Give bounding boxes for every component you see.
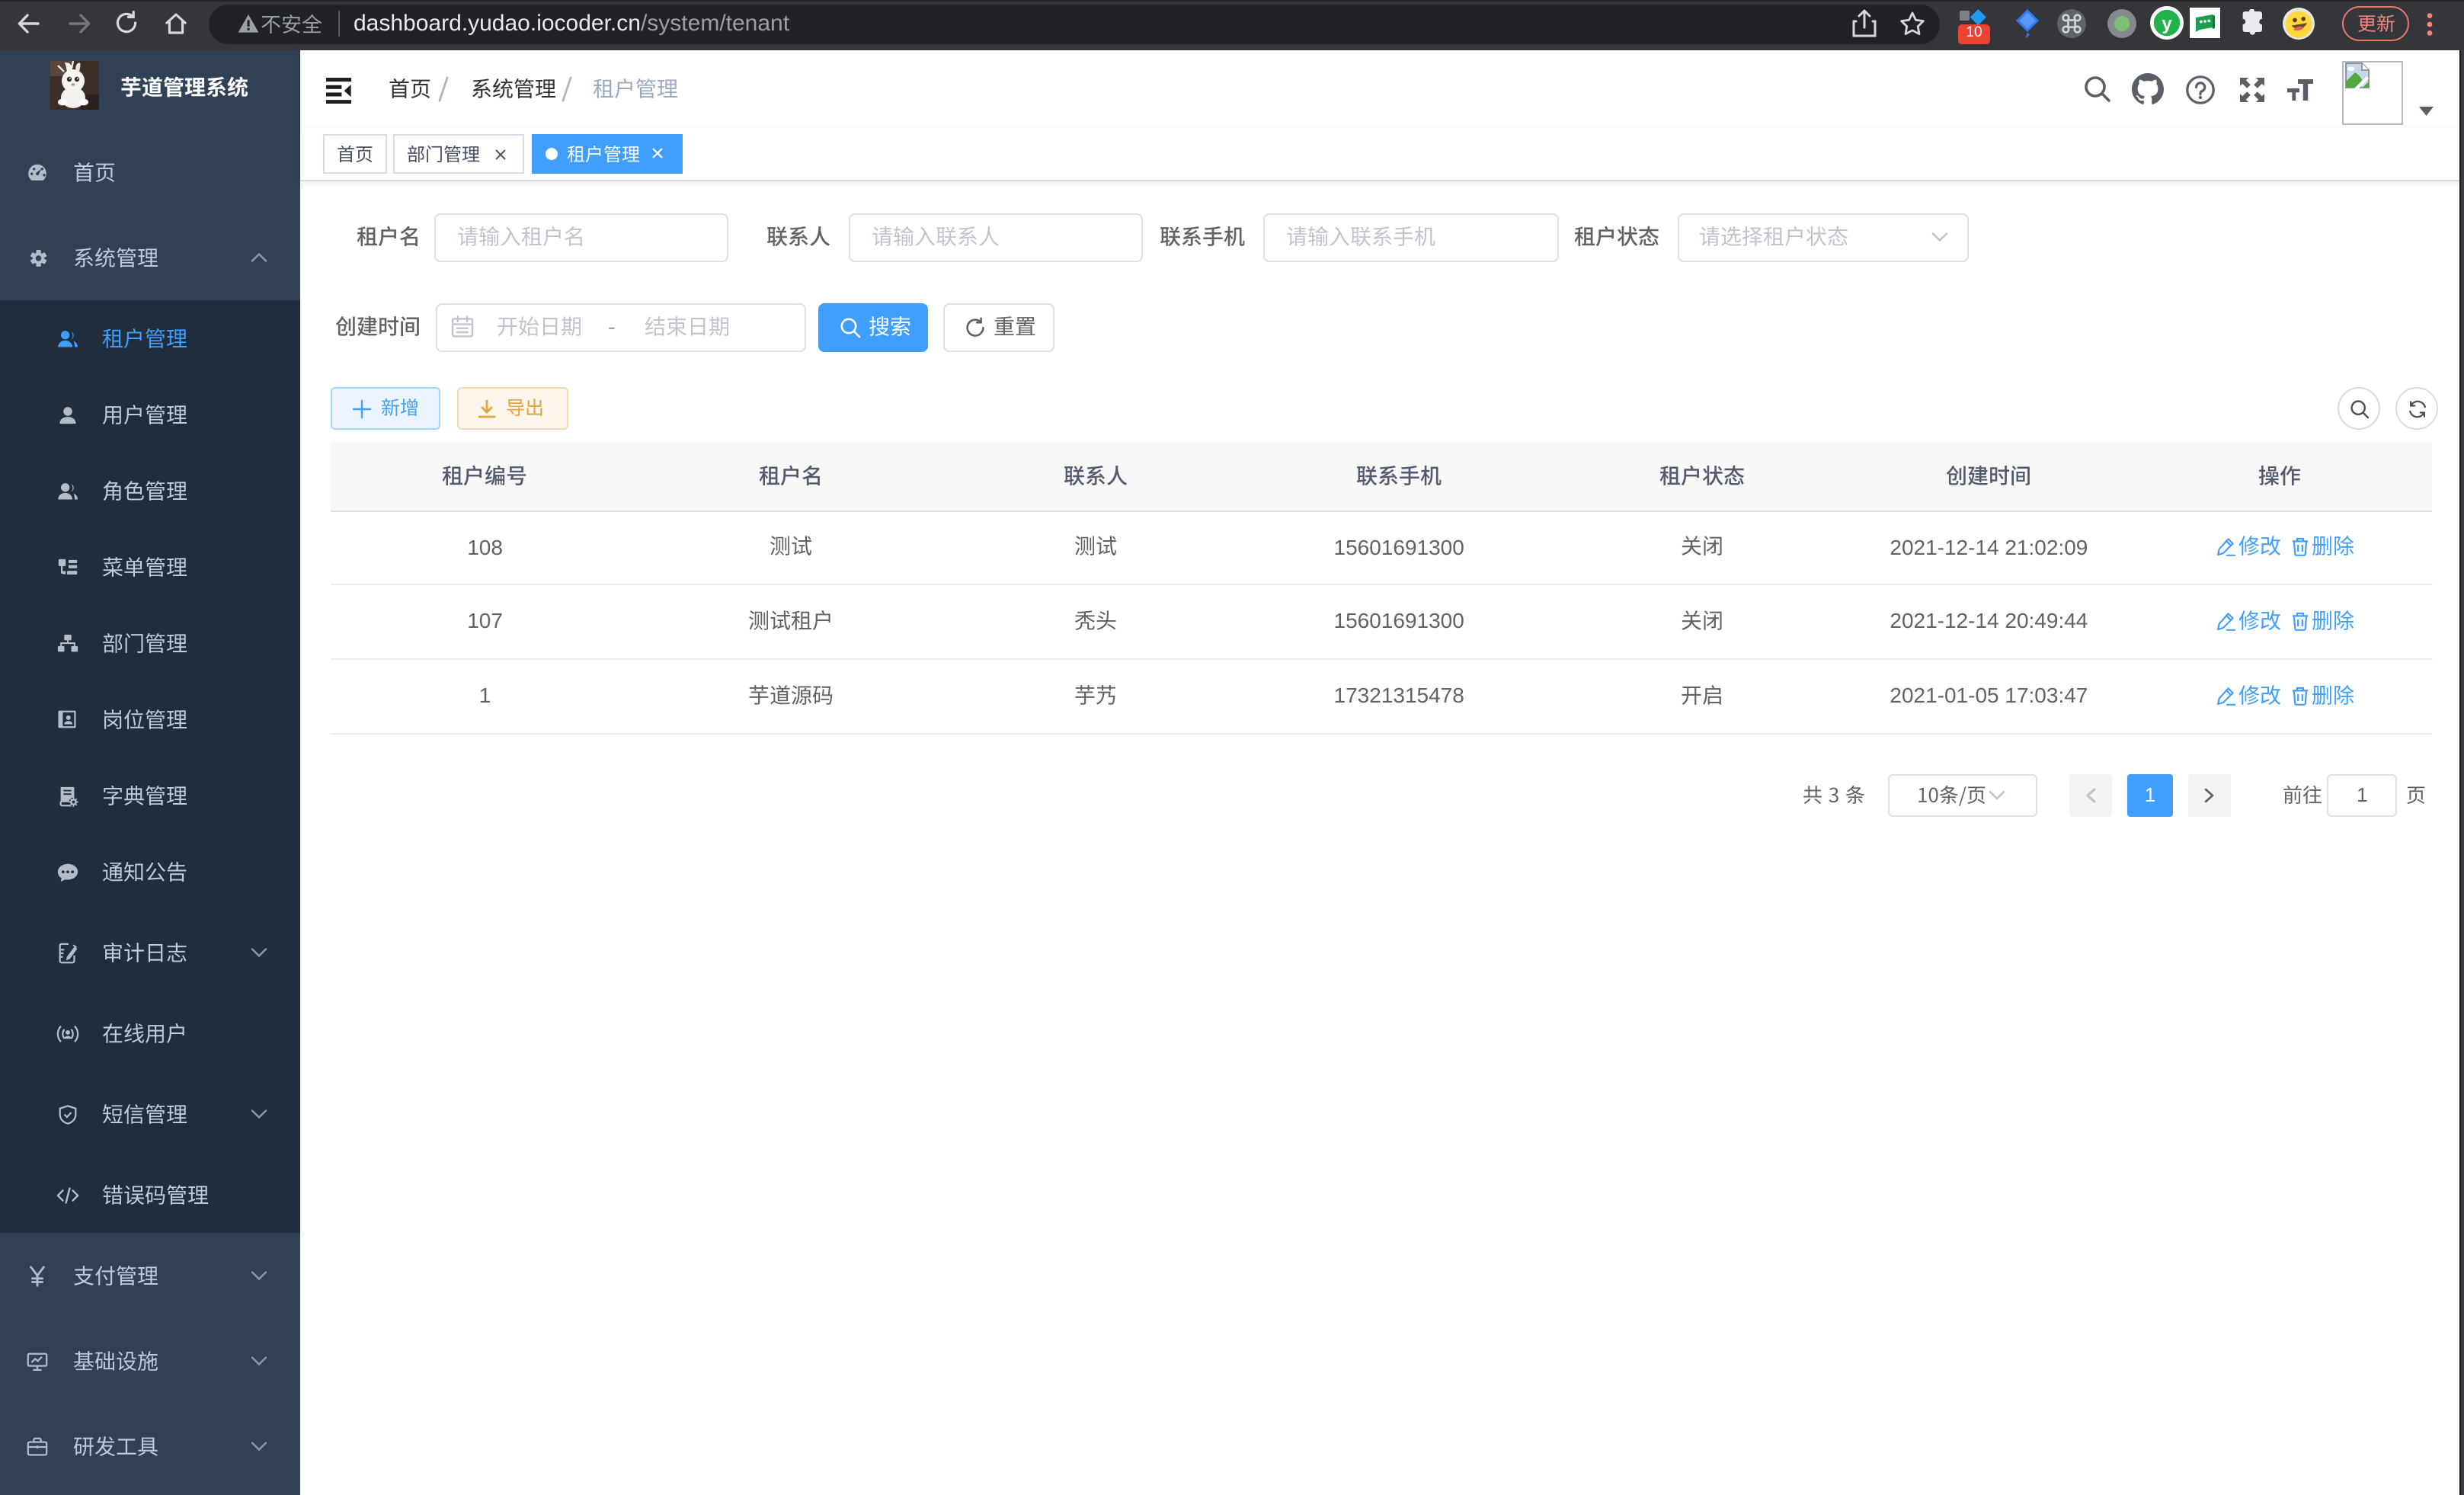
svg-text:y: y (2162, 14, 2172, 34)
